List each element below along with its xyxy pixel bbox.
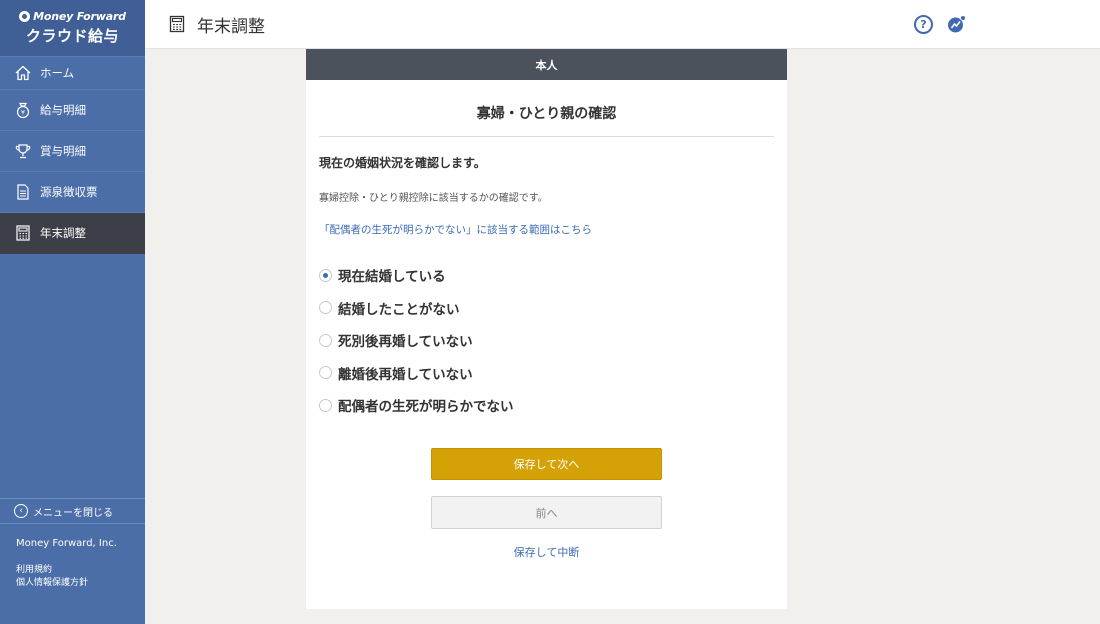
radio-button[interactable] (319, 268, 332, 282)
sidebar-item-label: 年末調整 (40, 226, 86, 240)
radio-label: 配偶者の生死が明らかでない (338, 399, 514, 416)
radio-button[interactable] (319, 398, 332, 412)
notification-icon[interactable] (947, 15, 966, 34)
radio-button[interactable] (319, 301, 332, 315)
radio-button[interactable] (319, 333, 332, 347)
radio-option-never-married[interactable]: 結婚したことがない (319, 292, 787, 325)
sidebar-item-withholding[interactable]: 源泉徴収票 (0, 172, 145, 213)
sidebar-item-label: 源泉徴収票 (40, 185, 98, 199)
svg-text:¥: ¥ (21, 109, 25, 117)
close-menu-button[interactable]: ‹ メニューを閉じる (0, 498, 145, 524)
sidebar-item-year-end[interactable]: 年末調整 (0, 213, 145, 254)
sidebar-footer: ‹ メニューを閉じる Money Forward, Inc. 利用規約 個人情報… (0, 498, 145, 624)
radio-option-married[interactable]: 現在結婚している (319, 259, 787, 292)
marital-status-radio-group: 現在結婚している 結婚したことがない 死別後再婚していない 離婚後再婚していない… (319, 259, 787, 422)
trophy-icon (14, 142, 32, 160)
save-and-suspend-link[interactable]: 保存して中断 (306, 544, 787, 560)
radio-label: 現在結婚している (338, 269, 446, 286)
section-header: 本人 (306, 49, 787, 80)
privacy-link[interactable]: 個人情報保護方針 (16, 577, 145, 590)
sidebar-item-label: 賞与明細 (40, 144, 86, 158)
money-forward-logo-icon (19, 11, 31, 22)
calculator-icon (14, 224, 32, 242)
money-bag-icon: ¥ (14, 101, 32, 119)
company-name: Money Forward, Inc. (16, 538, 117, 549)
sidebar-item-label: ホーム (40, 66, 75, 80)
main-card: 本人 寡婦・ひとり親の確認 現在の婚姻状況を確認します。 寡婦控除・ひとり親控除… (306, 49, 787, 609)
description-text: 寡婦控除・ひとり親控除に該当するかの確認です。 (319, 193, 548, 204)
scope-help-link[interactable]: 「配偶者の生死が明らかでない」に該当する範囲はこちら (319, 222, 787, 237)
close-menu-label: メニューを閉じる (33, 507, 113, 519)
radio-label: 離婚後再婚していない (338, 366, 473, 383)
radio-button[interactable] (319, 366, 332, 380)
radio-option-widowed[interactable]: 死別後再婚していない (319, 324, 787, 357)
sidebar-item-home[interactable]: ホーム (0, 57, 145, 90)
sidebar-item-payslip[interactable]: ¥ 給与明細 (0, 90, 145, 131)
document-icon (14, 183, 32, 201)
sidebar-item-bonus[interactable]: 賞与明細 (0, 131, 145, 172)
sidebar: Money Forward クラウド給与 ホーム ¥ 給与明細 賞与明細 源泉徴… (0, 0, 145, 624)
card-title: 寡婦・ひとり親の確認 (319, 80, 774, 137)
chevron-left-icon: ‹ (14, 504, 28, 518)
footer-links: 利用規約 個人情報保護方針 (0, 564, 145, 624)
sidebar-item-label: 給与明細 (40, 103, 86, 117)
calculator-icon (169, 15, 185, 33)
radio-option-divorced[interactable]: 離婚後再婚していない (319, 357, 787, 390)
radio-label: 死別後再婚していない (338, 334, 473, 351)
home-icon (14, 64, 32, 82)
help-icon[interactable]: ? (914, 15, 933, 34)
top-header: 年末調整 ? (145, 0, 1100, 49)
radio-option-spouse-unknown[interactable]: 配偶者の生死が明らかでない (319, 389, 787, 422)
question-text: 現在の婚姻状況を確認します。 (319, 156, 486, 170)
page-title: 年末調整 (197, 16, 265, 37)
back-button[interactable]: 前へ (431, 496, 662, 529)
brand-logo[interactable]: Money Forward クラウド給与 (0, 0, 145, 57)
brand-product: クラウド給与 (25, 27, 119, 45)
save-and-next-button[interactable]: 保存して次へ (431, 448, 662, 480)
terms-link[interactable]: 利用規約 (16, 564, 145, 577)
brand-name: Money Forward (33, 10, 126, 23)
radio-label: 結婚したことがない (338, 301, 460, 318)
